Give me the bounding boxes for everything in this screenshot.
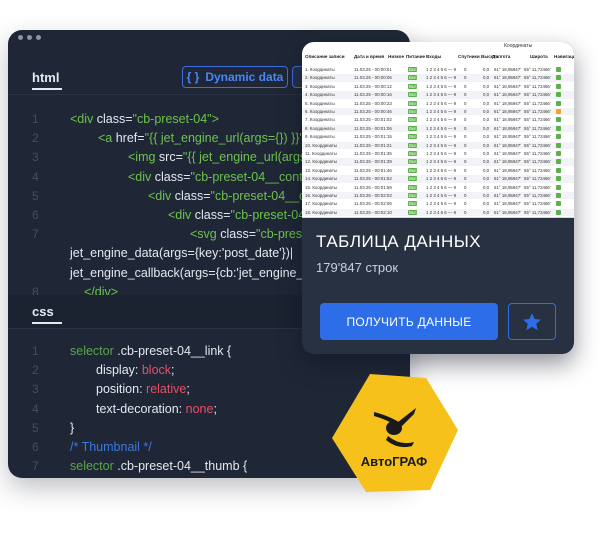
line-number: 8	[32, 476, 46, 478]
line-number: 1	[32, 112, 39, 126]
code-text: }	[70, 420, 75, 435]
table-row: 12. Координаты 11.03.25 - 00:01:39 Вкл 1 2 …	[302, 158, 574, 166]
line-number: 4	[32, 401, 39, 416]
data-table-card: Координаты Описание записи Дата и время Ни…	[302, 42, 574, 354]
window-dot[interactable]	[36, 35, 41, 40]
code-text: selector .cb-preset-04__link {	[70, 344, 232, 358]
table-header: Навигация	[554, 54, 574, 59]
code-text: display: block;	[96, 363, 175, 378]
data-table-preview: Координаты Описание записи Дата и время Ни…	[302, 42, 574, 218]
avtograf-logo: АвтоГРАФ	[332, 374, 458, 492]
table-row: 18. Координаты 11.03.25 - 00:02:10 Вкл 1 2 …	[302, 208, 574, 217]
window-controls	[18, 35, 41, 40]
line-number: 6	[32, 208, 39, 222]
card-title: ТАБЛИЦА ДАННЫХ	[316, 232, 482, 251]
favorite-button[interactable]	[508, 303, 556, 340]
logo-text: АвтоГРАФ	[361, 454, 427, 469]
get-data-button[interactable]: ПОЛУЧИТЬ ДАННЫЕ	[320, 303, 498, 340]
line-number: 5	[32, 420, 39, 435]
braces-icon: { }	[186, 70, 200, 84]
code-text: <div class="cb-preset-04__con	[148, 188, 320, 203]
table-row: 9. Координаты 11.03.25 - 00:01:15 Вкл 1 2 3…	[302, 133, 574, 140]
table-row: 8. Координаты 11.03.25 - 00:01:06 Вкл 1 2 3…	[302, 124, 574, 133]
line-number: 2	[32, 131, 39, 146]
table-header: Дата и время	[354, 54, 385, 59]
code-text: /* Thumbnail */	[70, 440, 152, 454]
dynamic-data-label: Dynamic data	[205, 70, 284, 84]
code-text: <div class="cb-preset-04__	[168, 208, 320, 222]
line-number: 1	[32, 344, 39, 358]
window-dot[interactable]	[18, 35, 23, 40]
line-number: 2	[32, 363, 39, 378]
star-icon	[523, 312, 541, 330]
table-header: Спутники	[458, 54, 480, 59]
coordinates-group-header: Координаты	[504, 43, 533, 49]
table-header: Входы	[426, 54, 442, 59]
table-header: Низкое	[388, 54, 405, 59]
table-row: 5. Координаты 11.03.25 - 00:00:23 Вкл 1 2 3…	[302, 100, 574, 107]
code-text: <img src="{{ jet_engine_url(args=	[128, 150, 314, 165]
line-number: 4	[32, 169, 39, 184]
line-number: 7	[32, 227, 39, 242]
table-header: Долгота	[492, 54, 511, 59]
code-text: jet_engine_data(args={key:'post_date'})|	[70, 246, 294, 261]
table-row: 3. Координаты 11.03.25 - 00:00:12 Вкл 1 2 3…	[302, 83, 574, 90]
table-row: 2. Координаты 11.03.25 - 00:00:06 Вкл 1 2 3…	[302, 74, 574, 82]
table-row: 10. Координаты 11.03.25 - 00:01:21 Вкл 1 2 …	[302, 141, 574, 149]
html-tab-underline	[32, 88, 62, 90]
table-row: 4. Координаты 11.03.25 - 00:00:16 Вкл 1 2 3…	[302, 91, 574, 99]
line-number: 6	[32, 440, 39, 454]
line-number: 3	[32, 382, 39, 397]
table-row: 15. Координаты 11.03.25 - 00:01:59 Вкл 1 2 …	[302, 184, 574, 191]
table-row: 14. Координаты 11.03.25 - 00:01:52 Вкл 1 2 …	[302, 175, 574, 183]
line-number: 7	[32, 459, 39, 474]
window-dot[interactable]	[27, 35, 32, 40]
table-row: 13. Координаты 11.03.25 - 00:01:46 Вкл 1 2 …	[302, 167, 574, 174]
line-number: 3	[32, 150, 39, 165]
code-text: <a href="{{ jet_engine_url(args={}) }}" …	[98, 131, 323, 146]
code-text: text-decoration: none;	[96, 401, 217, 416]
table-header: Описание записи	[305, 54, 345, 59]
table-row: 6. Координаты 11.03.25 - 00:00:46 Вкл 1 2 3…	[302, 108, 574, 116]
code-text: <svg class="cb-preset-	[190, 227, 317, 242]
row-count: 179'847 строк	[316, 260, 399, 275]
code-text: display: block;	[96, 476, 175, 478]
table-row: 7. Координаты 11.03.25 - 00:01:02 Вкл 1 2 3…	[302, 116, 574, 123]
css-tab-underline	[32, 322, 62, 324]
code-text: <div class="cb-preset-04">	[70, 112, 219, 126]
table-row: 16. Координаты 11.03.25 - 00:02:02 Вкл 1 2 …	[302, 192, 574, 200]
code-text: jet_engine_callback(args={cb:'jet_engine…	[70, 265, 328, 280]
code-text: position: relative;	[96, 382, 190, 397]
table-row: 11. Координаты 11.03.25 - 00:01:35 Вкл 1 2 …	[302, 150, 574, 157]
table-header: Широта	[530, 54, 548, 59]
code-text: <div class="cb-preset-04__content	[128, 169, 321, 184]
html-tab[interactable]: html	[32, 70, 59, 85]
code-text: selector .cb-preset-04__thumb {	[70, 459, 248, 474]
table-header: Питание	[406, 54, 426, 59]
line-number: 5	[32, 188, 39, 203]
table-row: 1. Координаты 11.03.25 - 00:00:01 Вкл 1 2 3…	[302, 66, 574, 73]
table-row: 17. Координаты 11.03.25 - 00:02:06 Вкл 1 2 …	[302, 200, 574, 207]
dynamic-data-button[interactable]: { } Dynamic data	[182, 66, 288, 88]
css-tab[interactable]: css	[32, 304, 54, 319]
